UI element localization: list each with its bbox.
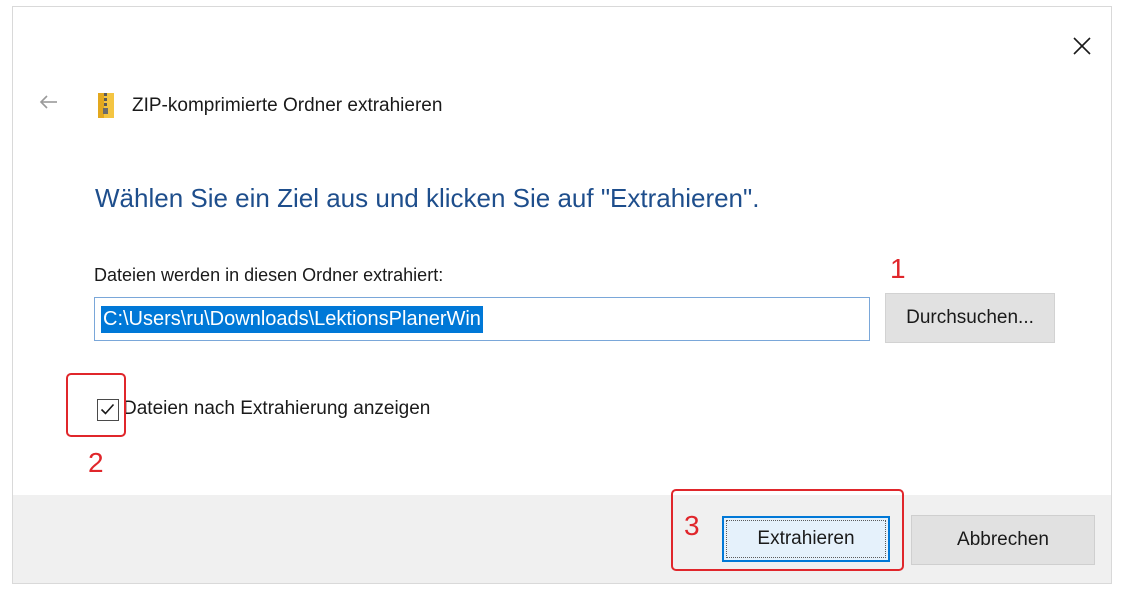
cancel-button[interactable]: Abbrechen [911, 515, 1095, 565]
instruction-heading: Wählen Sie ein Ziel aus und klicken Sie … [95, 183, 760, 213]
show-files-checkbox-label[interactable]: Dateien nach Extrahierung anzeigen [123, 398, 430, 420]
annotation-box-2 [66, 373, 126, 437]
annotation-number-3: 3 [684, 510, 700, 541]
destination-path-text: C:\Users\ru\Downloads\LektionsPlanerWin [101, 305, 483, 333]
annotation-number-1: 1 [890, 253, 906, 284]
annotation-box-3 [671, 489, 904, 571]
destination-label: Dateien werden in diesen Ordner extrahie… [94, 265, 444, 285]
back-arrow-icon [39, 95, 57, 109]
close-icon [1073, 37, 1091, 55]
dialog-title: ZIP-komprimierte Ordner extrahieren [132, 95, 443, 116]
back-button[interactable] [37, 92, 61, 112]
annotation-number-2: 2 [88, 447, 104, 478]
close-button[interactable] [1067, 31, 1097, 61]
extract-dialog: ZIP-komprimierte Ordner extrahieren Wähl… [12, 6, 1112, 584]
destination-path-input[interactable]: C:\Users\ru\Downloads\LektionsPlanerWin [94, 297, 870, 341]
browse-button[interactable]: Durchsuchen... [885, 293, 1055, 343]
zip-folder-icon [97, 91, 115, 119]
